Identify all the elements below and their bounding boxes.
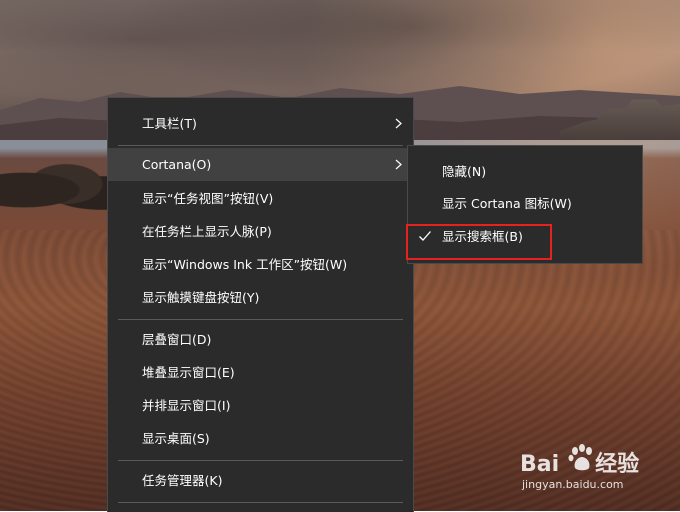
menu-item-cascade-windows[interactable]: 层叠窗口(D) — [108, 323, 413, 356]
chevron-right-icon — [395, 118, 402, 129]
paw-logo-icon — [568, 444, 592, 471]
menu-item-label: 并排显示窗口(I) — [142, 398, 231, 413]
menu-item-task-manager[interactable]: 任务管理器(K) — [108, 464, 413, 497]
watermark-url: jingyan.baidu.com — [522, 478, 624, 491]
chevron-right-icon — [395, 159, 402, 170]
watermark-brand-left: Bai — [520, 452, 560, 477]
menu-item-toolbars[interactable]: 工具栏(T) — [108, 107, 413, 140]
menu-item-stack-windows[interactable]: 堆叠显示窗口(E) — [108, 356, 413, 389]
menu-item-label: 显示桌面(S) — [142, 431, 210, 446]
submenu-item-label: 隐藏(N) — [442, 164, 487, 179]
beach-rocks — [0, 160, 120, 220]
menu-item-label: 显示触摸键盘按钮(Y) — [142, 290, 260, 305]
menu-item-label: Cortana(O) — [142, 157, 212, 172]
menu-item-show-windows-ink-button[interactable]: 显示“Windows Ink 工作区”按钮(W) — [108, 248, 413, 281]
menu-item-label: 显示“Windows Ink 工作区”按钮(W) — [142, 257, 348, 272]
menu-separator — [118, 319, 403, 320]
menu-separator — [118, 502, 403, 503]
annotation-highlight-box — [406, 224, 552, 260]
menu-item-label: 工具栏(T) — [142, 116, 197, 131]
menu-item-show-desktop[interactable]: 显示桌面(S) — [108, 422, 413, 455]
menu-item-label: 任务管理器(K) — [142, 473, 223, 488]
menu-item-label: 显示“任务视图”按钮(V) — [142, 191, 274, 206]
submenu-item-hide[interactable]: 隐藏(N) — [408, 156, 642, 188]
watermark-brand-right: 经验 — [595, 452, 640, 477]
menu-item-label: 在任务栏上显示人脉(P) — [142, 224, 272, 239]
menu-item-label: 堆叠显示窗口(E) — [142, 365, 235, 380]
menu-item-show-task-view-button[interactable]: 显示“任务视图”按钮(V) — [108, 182, 413, 215]
menu-item-show-people[interactable]: 在任务栏上显示人脉(P) — [108, 215, 413, 248]
menu-item-side-by-side-windows[interactable]: 并排显示窗口(I) — [108, 389, 413, 422]
menu-separator — [118, 460, 403, 461]
baidu-jingyan-watermark: Bai 经验 jingyan.baidu.com — [520, 440, 680, 500]
menu-separator — [118, 145, 403, 146]
taskbar-context-menu: 工具栏(T) Cortana(O) 显示“任务视图”按钮(V) 在任务栏上显示人… — [107, 97, 414, 512]
submenu-item-show-cortana-icon[interactable]: 显示 Cortana 图标(W) — [408, 188, 642, 220]
menu-item-label: 层叠窗口(D) — [142, 332, 212, 347]
submenu-item-label: 显示 Cortana 图标(W) — [442, 196, 572, 211]
menu-item-cortana[interactable]: Cortana(O) — [108, 148, 413, 181]
menu-item-show-touch-keyboard-button[interactable]: 显示触摸键盘按钮(Y) — [108, 281, 413, 314]
